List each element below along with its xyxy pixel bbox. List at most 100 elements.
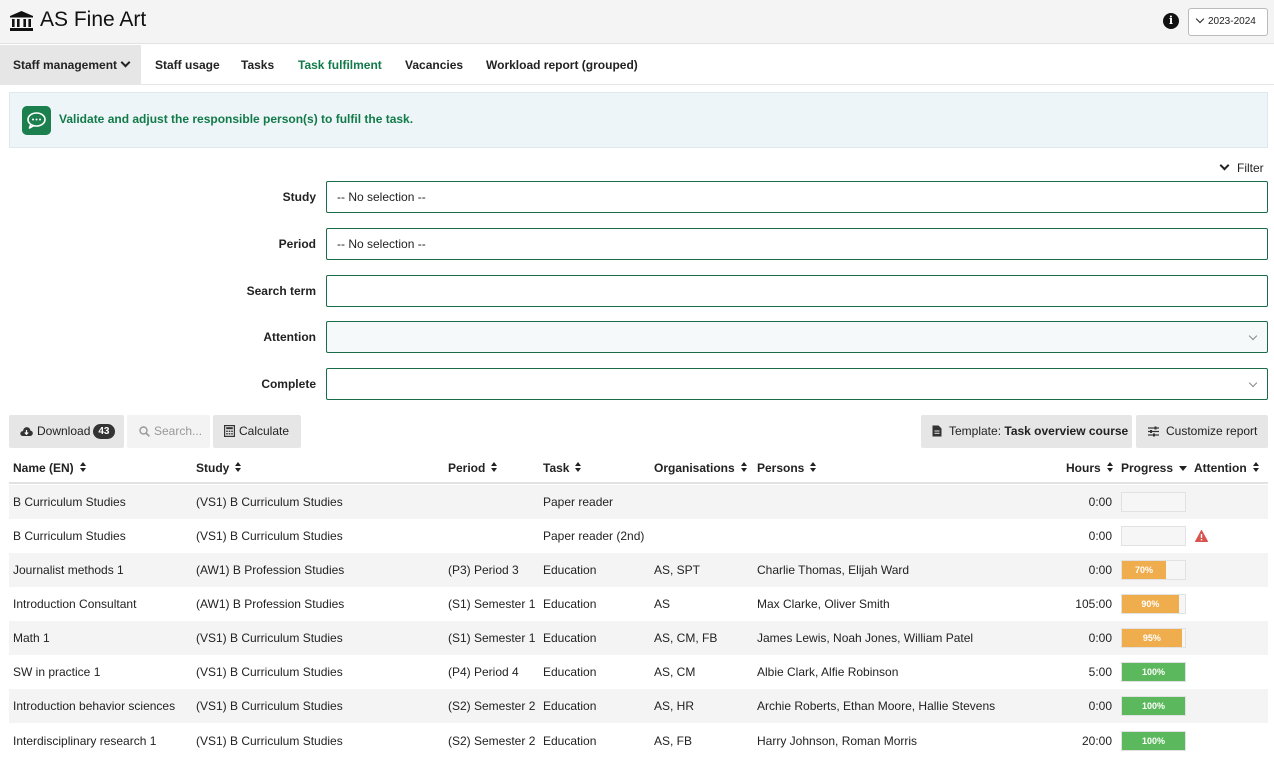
cell-name: Interdisciplinary research 1 — [13, 734, 157, 748]
calculate-label: Calculate — [239, 424, 290, 438]
progress-bar: 100% — [1121, 662, 1186, 682]
progress-fill: 90% — [1122, 595, 1179, 613]
cell-task: Paper reader (2nd) — [543, 529, 645, 543]
progress-fill: 100% — [1122, 663, 1185, 681]
info-icon[interactable]: i — [1163, 13, 1179, 29]
study-select-value: -- No selection -- — [337, 190, 426, 204]
column-header-attention[interactable]: Attention — [1194, 461, 1260, 475]
table-row[interactable]: SW in practice 1 (VS1) B Curriculum Studi… — [9, 655, 1268, 689]
study-select[interactable]: -- No selection -- — [326, 181, 1268, 213]
column-header-label: Task — [543, 461, 570, 475]
progress-fill: 100% — [1122, 697, 1185, 715]
cell-task: Education — [543, 665, 597, 679]
column-header-study[interactable]: Study — [196, 461, 242, 475]
tab-vacancies[interactable]: Vacancies — [405, 45, 463, 85]
table-row[interactable]: B Curriculum Studies (VS1) B Curriculum S… — [9, 485, 1268, 519]
customize-report-button[interactable]: Customize report — [1136, 415, 1268, 448]
tab-task-fulfilment[interactable]: Task fulfilment — [298, 45, 382, 85]
search-button[interactable]: Search... — [127, 415, 210, 448]
column-header-period[interactable]: Period — [448, 461, 498, 475]
column-header-task[interactable]: Task — [543, 461, 582, 475]
cell-name: B Curriculum Studies — [13, 495, 126, 509]
progress-bar: 100% — [1121, 731, 1186, 751]
column-header-organisations[interactable]: Organisations — [654, 461, 748, 475]
warning-icon — [1195, 530, 1208, 542]
nav-bar: Staff management Staff usage Tasks Task … — [0, 45, 1274, 85]
period-select[interactable]: -- No selection -- — [326, 228, 1268, 260]
download-count-badge: 43 — [93, 424, 115, 439]
calculate-button[interactable]: Calculate — [213, 415, 301, 448]
progress-bar — [1121, 492, 1186, 512]
file-icon — [932, 425, 942, 437]
sort-icon — [1252, 462, 1260, 473]
search-placeholder: Search... — [154, 424, 203, 438]
template-button[interactable]: Template: Task overview course — [921, 415, 1132, 448]
download-button[interactable]: Download 43 — [9, 415, 124, 448]
progress-fill: 95% — [1122, 629, 1182, 647]
top-bar: AS Fine Art i 2023-2024 — [0, 0, 1274, 44]
table-row[interactable]: Interdisciplinary research 1 (VS1) B Curr… — [9, 723, 1268, 759]
period-select-value: -- No selection -- — [337, 237, 426, 251]
alert-message: Validate and adjust the responsible pers… — [59, 112, 414, 126]
column-header-label: Name (EN) — [13, 461, 74, 475]
cell-hours: 5:00 — [1088, 665, 1112, 679]
cell-persons: James Lewis, Noah Jones, William Patel — [757, 631, 974, 645]
filter-toggle[interactable]: Filter — [1219, 160, 1264, 175]
cell-name: SW in practice 1 — [13, 665, 101, 679]
year-selector-button[interactable]: 2023-2024 — [1188, 8, 1268, 36]
cell-name: Introduction behavior sciences — [13, 699, 176, 713]
cell-name: Math 1 — [13, 631, 50, 645]
cell-study: (VS1) B Curriculum Studies — [196, 631, 343, 645]
column-header-label: Persons — [757, 461, 805, 475]
sort-icon — [491, 462, 498, 473]
tab-staff-usage[interactable]: Staff usage — [155, 45, 220, 85]
info-alert: Validate and adjust the responsible pers… — [9, 92, 1268, 148]
cell-organisations: AS, CM, FB — [654, 631, 718, 645]
sliders-icon — [1148, 426, 1159, 437]
cell-period: (S2) Semester 2 — [448, 734, 536, 748]
column-header-progress[interactable]: Progress — [1121, 461, 1188, 475]
cell-task: Education — [543, 734, 597, 748]
nav-dropdown-label: Staff management — [13, 58, 118, 72]
sort-icon — [575, 462, 582, 473]
attention-label: Attention — [263, 330, 316, 344]
cell-name: Introduction Consultant — [13, 597, 137, 611]
cell-persons: Albie Clark, Alfie Robinson — [757, 665, 899, 679]
download-label: Download — [37, 424, 91, 438]
attention-select[interactable] — [326, 321, 1268, 353]
table-row[interactable]: B Curriculum Studies (VS1) B Curriculum S… — [9, 519, 1268, 553]
column-header-label: Period — [448, 461, 486, 475]
cell-organisations: AS — [654, 597, 671, 611]
sort-icon — [1106, 462, 1114, 473]
cell-organisations: AS, FB — [654, 734, 693, 748]
table-row[interactable]: Journalist methods 1 (AW1) B Profession S… — [9, 553, 1268, 587]
progress-fill: 70% — [1122, 561, 1167, 579]
cell-period: (S1) Semester 1 — [448, 631, 536, 645]
tab-workload-report[interactable]: Workload report (grouped) — [486, 45, 638, 85]
cell-hours: 105:00 — [1075, 597, 1112, 611]
table-row[interactable]: Math 1 (VS1) B Curriculum Studies (S1) Sem… — [9, 621, 1268, 655]
column-header-persons[interactable]: Persons — [757, 461, 817, 475]
progress-bar — [1121, 526, 1186, 546]
tab-tasks[interactable]: Tasks — [241, 45, 274, 85]
sort-desc-icon — [1179, 466, 1188, 471]
complete-label: Complete — [261, 377, 316, 391]
search-term-input[interactable] — [326, 275, 1268, 307]
table-header: Name (EN) Study Period Task Organisation… — [9, 451, 1268, 484]
year-selector-label: 2023-2024 — [1208, 16, 1256, 27]
sort-icon — [235, 462, 242, 473]
cloud-download-icon — [20, 427, 33, 436]
column-header-hours[interactable]: Hours — [1066, 461, 1114, 475]
column-header-label: Study — [196, 461, 230, 475]
table-row[interactable]: Introduction Consultant (AW1) B Professio… — [9, 587, 1268, 621]
column-header-name[interactable]: Name (EN) — [13, 461, 87, 475]
filter-toggle-label: Filter — [1237, 161, 1264, 175]
cell-persons: Archie Roberts, Ethan Moore, Hallie Stev… — [757, 699, 996, 713]
complete-select[interactable] — [326, 368, 1268, 400]
table-row[interactable]: Introduction behavior sciences (VS1) B Cu… — [9, 689, 1268, 723]
template-prefix: Template: — [949, 424, 1002, 438]
nav-staff-management-dropdown[interactable]: Staff management — [0, 45, 141, 85]
column-header-label: Attention — [1194, 461, 1247, 475]
column-header-label: Progress — [1121, 461, 1174, 475]
search-term-label: Search term — [246, 284, 316, 298]
